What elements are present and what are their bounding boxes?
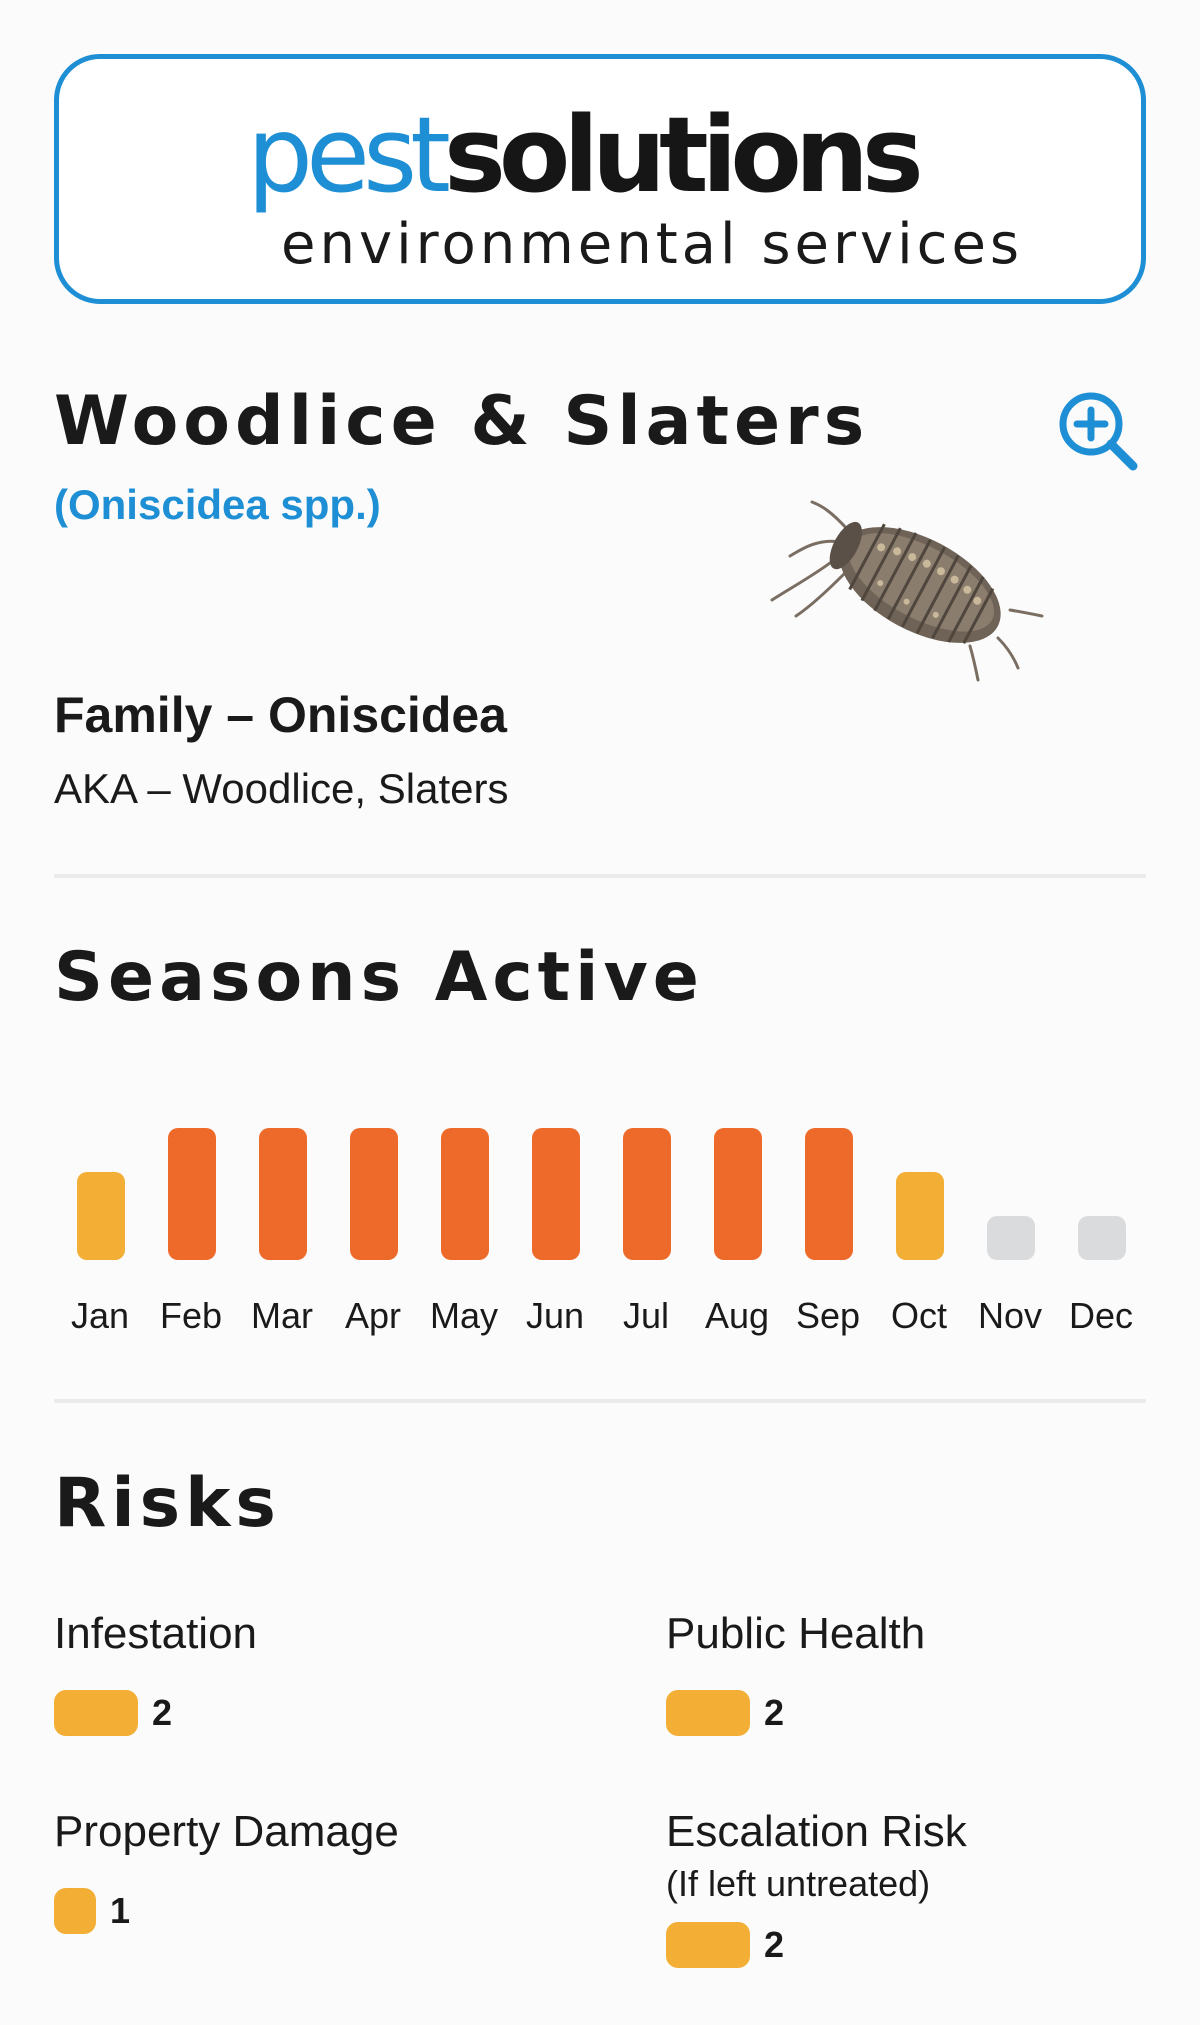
risk-level-bar [54,1888,96,1934]
seasons-chart: Jan Feb Mar Apr May Jun Jul Aug Sep Oct Nov Dec [54,1110,1146,1350]
risk-property-damage: Property Damage 1 [54,1810,399,1934]
month-activity-bar [350,1128,398,1260]
month-jan: Jan [54,1110,146,1350]
risk-note: (If left untreated) [666,1863,931,1904]
risk-level-bar [666,1922,750,1968]
risk-public-health: Public Health 2 [666,1612,925,1736]
risk-label: Public Health [666,1609,926,1658]
pest-family: Family – Oniscidea [54,687,507,743]
month-activity-bar [77,1172,125,1260]
divider-1 [54,874,1146,878]
month-jul: Jul [600,1110,692,1350]
risk-label: Infestation [54,1609,258,1658]
month-may: May [418,1110,510,1350]
risk-value: 2 [764,1924,785,1965]
month-activity-bar [805,1128,853,1260]
month-activity-bar [168,1128,216,1260]
month-apr: Apr [327,1110,419,1350]
logo-pest-text: pest [247,94,451,216]
pest-aka: AKA – Woodlice, Slaters [54,765,509,812]
month-oct: Oct [873,1110,965,1350]
risk-label: Property Damage [54,1807,399,1856]
month-dec: Dec [1055,1110,1147,1350]
month-feb: Feb [145,1110,237,1350]
logo-tagline: environmental services [281,212,1024,277]
risk-value: 2 [152,1692,173,1733]
month-activity-bar [623,1128,671,1260]
risk-infestation: Infestation 2 [54,1612,257,1736]
risk-level-bar [666,1690,750,1736]
month-activity-bar [441,1128,489,1260]
woodlouse-image [760,490,1050,700]
month-jun: Jun [509,1110,601,1350]
month-activity-bar [714,1128,762,1260]
risk-escalation: Escalation Risk (If left untreated) 2 [666,1810,967,1968]
risk-level-bar [54,1690,138,1736]
risk-value: 1 [110,1890,131,1931]
zoom-in-icon[interactable] [1055,388,1141,474]
logo-solutions-text: solutions [443,94,924,216]
seasons-title: Seasons Active [54,938,704,1017]
month-activity-bar [987,1216,1035,1260]
month-label: Dec [1068,1295,1134,1336]
divider-2 [54,1399,1146,1403]
risk-value: 2 [764,1692,785,1733]
month-activity-bar [1078,1216,1126,1260]
month-activity-bar [259,1128,307,1260]
brand-logo[interactable]: pestsolutions environmental services [54,54,1146,304]
month-nov: Nov [964,1110,1056,1350]
month-sep: Sep [782,1110,874,1350]
month-mar: Mar [236,1110,328,1350]
month-aug: Aug [691,1110,783,1350]
risks-title: Risks [54,1464,281,1543]
pest-scientific-name: (Oniscidea spp.) [54,481,381,528]
risk-label: Escalation Risk [666,1807,967,1856]
logo-wordmark: pestsolutions environmental services [247,103,1019,273]
pest-title: Woodlice & Slaters [54,382,870,461]
month-activity-bar [896,1172,944,1260]
month-activity-bar [532,1128,580,1260]
